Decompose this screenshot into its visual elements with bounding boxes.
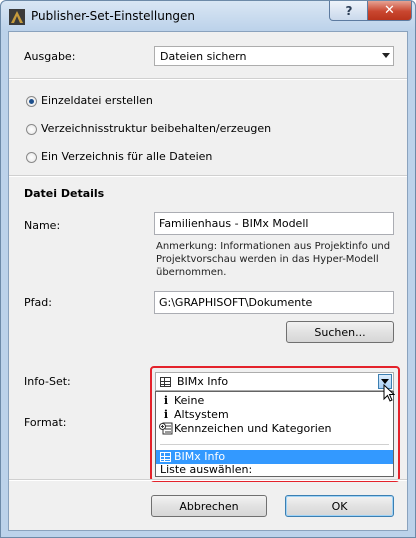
radio-single-file[interactable]	[26, 96, 37, 107]
radio-keep-structure[interactable]	[26, 124, 37, 135]
format-label: Format:	[24, 416, 67, 429]
divider	[9, 479, 407, 481]
divider	[9, 78, 407, 80]
title-bar[interactable]: Publisher-Set-Einstellungen ? ✕	[1, 1, 415, 31]
radio-keep-structure-label[interactable]: Verzeichnisstruktur beibehalten/erzeugen	[41, 122, 271, 135]
cancel-button[interactable]: Abbrechen	[151, 495, 267, 517]
close-icon: ✕	[384, 3, 395, 18]
info-note-line: Anmerkung: Informationen aus Projektinfo…	[156, 241, 391, 252]
info-note-line: übernommen.	[156, 267, 227, 278]
info-note: Anmerkung: Informationen aus Projektinfo…	[156, 240, 390, 279]
output-select[interactable]: Dateien sichern	[154, 46, 394, 66]
radio-one-folder-label[interactable]: Ein Verzeichnis für alle Dateien	[41, 150, 212, 163]
ok-button[interactable]: OK	[285, 495, 394, 517]
search-button[interactable]: Suchen...	[286, 321, 394, 343]
dialog-body: Ausgabe: Dateien sichern Einzeldatei ers…	[8, 31, 408, 531]
name-field[interactable]: Familienhaus - BIMx Modell	[154, 212, 394, 235]
output-select-value: Dateien sichern	[160, 50, 247, 63]
output-label: Ausgabe:	[24, 50, 76, 63]
ok-button-label: OK	[331, 499, 348, 513]
name-label: Name:	[24, 219, 61, 232]
window-title: Publisher-Set-Einstellungen	[31, 9, 196, 23]
search-button-label: Suchen...	[314, 325, 366, 339]
help-button[interactable]: ?	[329, 1, 369, 21]
chevron-down-icon	[382, 53, 390, 58]
file-details-heading: Datei Details	[24, 187, 105, 200]
path-field-value: G:\GRAPHISOFT\Dokumente	[159, 296, 313, 309]
cancel-button-label: Abbrechen	[179, 499, 239, 513]
help-icon: ?	[345, 3, 353, 18]
radio-single-file-label[interactable]: Einzeldatei erstellen	[41, 94, 153, 107]
divider	[9, 175, 407, 177]
archicad-app-icon	[9, 9, 25, 25]
highlight-frame	[150, 366, 400, 482]
mouse-cursor-icon	[383, 384, 395, 402]
radio-one-folder[interactable]	[26, 152, 37, 163]
path-label: Pfad:	[24, 296, 52, 309]
info-set-label: Info-Set:	[24, 375, 71, 388]
dialog-window: Publisher-Set-Einstellungen ? ✕ Ausgabe:…	[0, 0, 416, 538]
close-button[interactable]: ✕	[367, 1, 412, 21]
name-field-value: Familienhaus - BIMx Modell	[159, 217, 309, 230]
info-note-line: Projektvorschau werden in das Hyper-Mode…	[156, 254, 379, 265]
path-field[interactable]: G:\GRAPHISOFT\Dokumente	[154, 291, 394, 314]
